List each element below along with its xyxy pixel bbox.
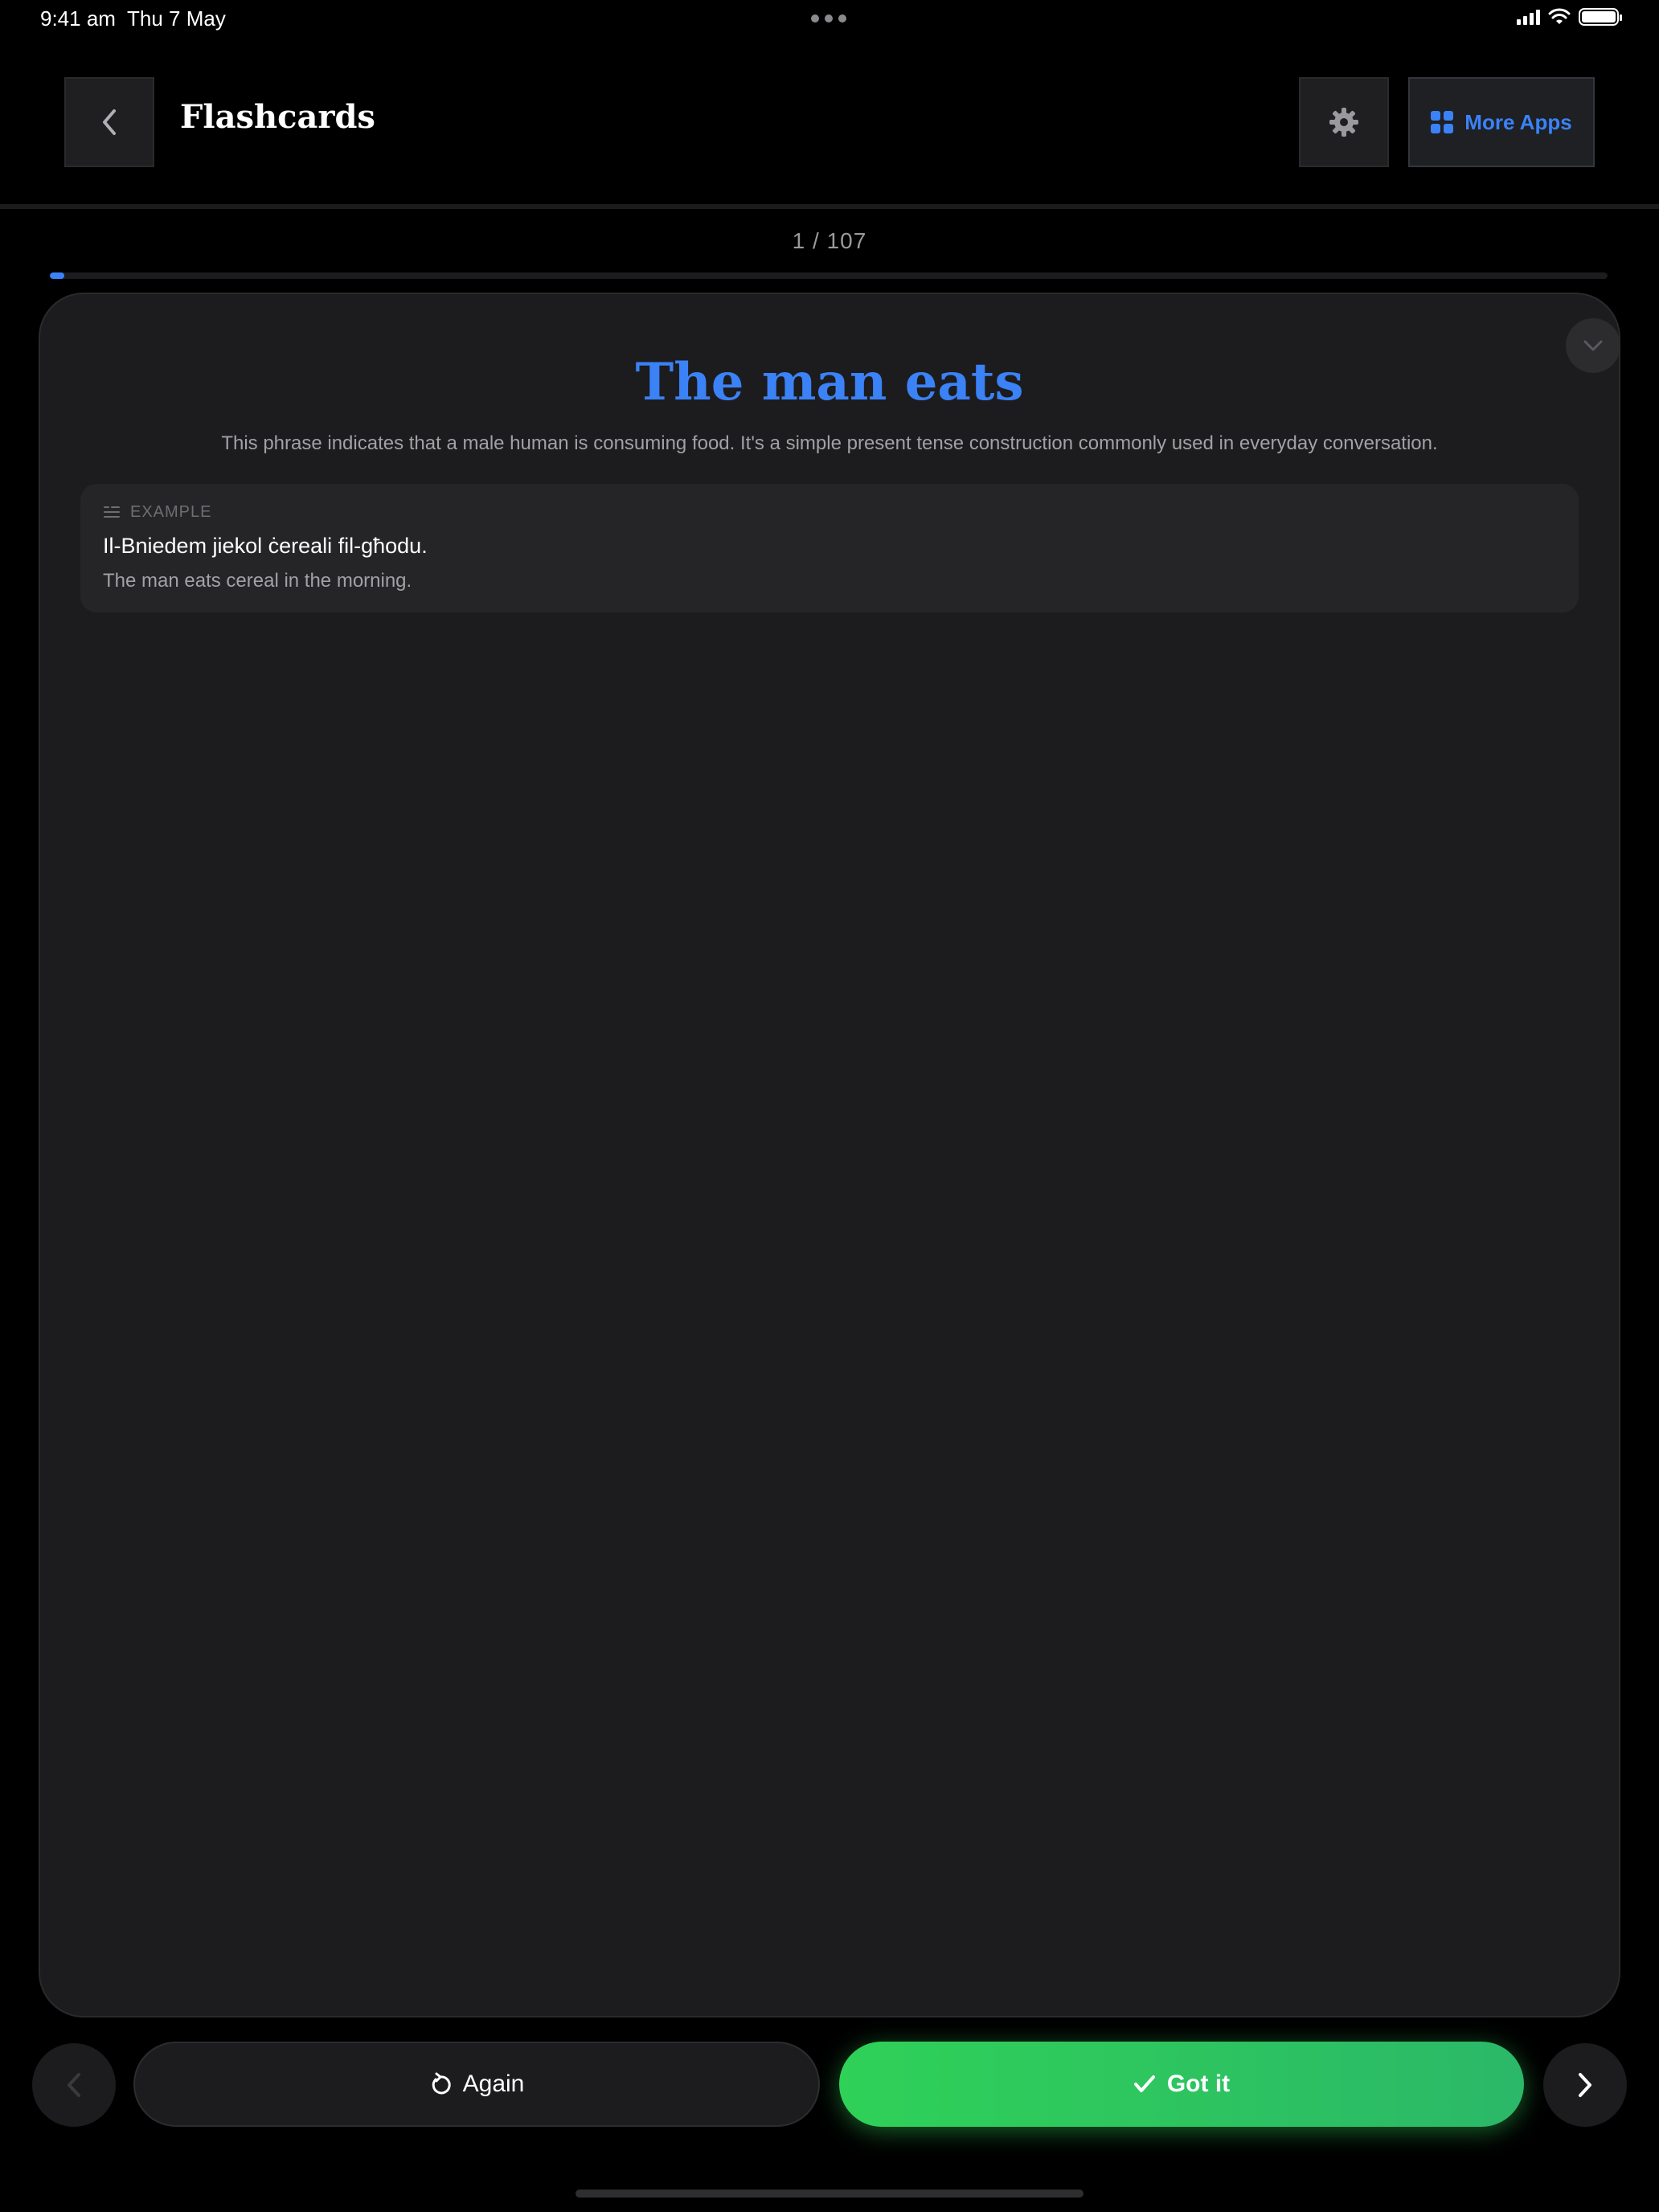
text-lines-icon	[104, 506, 120, 518]
previous-card-button[interactable]	[32, 2043, 116, 2127]
example-sentence: Il-Bniedem jiekol ċereali fil-għodu.	[103, 534, 428, 558]
wifi-icon	[1548, 8, 1571, 24]
gear-icon	[1329, 108, 1358, 137]
card-title: The man eats	[635, 352, 1024, 412]
grid-icon	[1431, 111, 1454, 133]
more-apps-label: More Apps	[1464, 109, 1572, 134]
settings-button[interactable]	[1299, 77, 1389, 167]
chevron-right-icon	[1579, 2073, 1591, 2097]
progress-bar	[50, 272, 1608, 279]
chevron-left-icon	[103, 109, 116, 135]
battery-icon	[1579, 8, 1622, 26]
next-card-button[interactable]	[1543, 2043, 1627, 2127]
example-box: EXAMPLE Il-Bniedem jiekol ċereali fil-għ…	[80, 484, 1579, 612]
again-button[interactable]: Again	[133, 2042, 820, 2127]
chevron-down-icon	[1583, 340, 1603, 351]
more-apps-button[interactable]: More Apps	[1408, 77, 1595, 167]
multitasking-dots-icon[interactable]	[811, 14, 846, 23]
status-bar: 9:41 am Thu 7 May	[0, 0, 1659, 40]
cellular-signal-icon	[1517, 9, 1540, 25]
example-header: EXAMPLE	[103, 502, 1556, 522]
progress-counter: 1 / 107	[792, 228, 867, 253]
again-label: Again	[462, 2071, 525, 2097]
status-time: 9:41 am	[40, 6, 116, 31]
example-label: EXAMPLE	[130, 502, 212, 521]
home-indicator[interactable]	[576, 2189, 1083, 2198]
example-translation: The man eats cereal in the morning.	[103, 570, 412, 592]
got-it-label: Got it	[1166, 2071, 1231, 2097]
back-button[interactable]	[64, 77, 154, 167]
chevron-left-icon	[68, 2073, 80, 2097]
header-divider	[0, 204, 1659, 209]
status-date: Thu 7 May	[127, 6, 226, 31]
page-title: Flashcards	[180, 98, 375, 136]
refresh-icon	[432, 2072, 451, 2095]
status-indicators	[1517, 8, 1622, 26]
got-it-button[interactable]: Got it	[839, 2042, 1524, 2127]
progress-fill	[50, 272, 65, 279]
card-description: This phrase indicates that a male human …	[221, 432, 1438, 454]
checkmark-icon	[1133, 2075, 1155, 2092]
